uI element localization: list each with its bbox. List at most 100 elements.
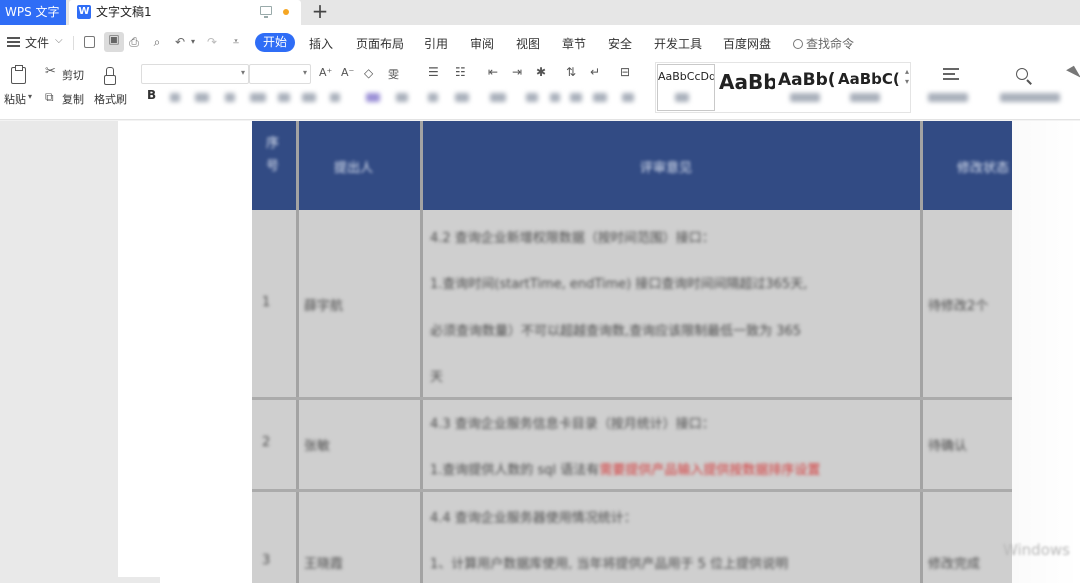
bold-button[interactable]: B (147, 88, 156, 102)
row-comment-line: 天 (430, 370, 444, 385)
style-heading-1[interactable]: AaBb (719, 70, 775, 94)
decrease-indent-icon[interactable]: ⇤ (488, 65, 498, 79)
column-header-comment: 评审意见 (640, 161, 693, 176)
row-comment-line: 4.4 查询企业服务器使用情况统计： (430, 511, 637, 526)
row-number: 3 (262, 553, 271, 568)
app-tab[interactable]: WPS 文字 (0, 0, 66, 25)
tab-developer-tools[interactable]: 开发工具 (654, 35, 702, 52)
copy-button[interactable]: 复制 (62, 91, 84, 107)
tab-baidu-netdisk[interactable]: 百度网盘 (723, 35, 771, 52)
table-divider (252, 489, 1012, 492)
row-number: 1 (262, 295, 271, 310)
chevron-down-icon: ▾ (302, 68, 307, 77)
column-header-no: 序号 (266, 136, 280, 174)
column-header-status: 修改状态 (957, 161, 1010, 176)
redo-icon[interactable]: ↷ (205, 35, 219, 49)
tab-insert[interactable]: 插入 (309, 35, 333, 52)
print-icon[interactable]: ⎙ (127, 35, 141, 49)
row-comment-line: 1.查询提供人数的 sql 语法有需要提供产品输入提供按数据排序设置 (430, 459, 820, 478)
decrease-font-size-icon[interactable]: A⁻ (341, 66, 354, 79)
clear-format-icon[interactable]: ◇ (364, 66, 373, 80)
row-comment-line: 必须查询数量）不可以超越查询数,查询应该限制最低一致为 365 (430, 324, 802, 339)
row-comment-line: 1、计算用户数据库使用, 当年将提供产品用于 5 位上提供说明 (430, 557, 789, 572)
row-status: 修改完成 (928, 557, 981, 572)
tab-view[interactable]: 视图 (516, 35, 540, 52)
style-heading-2[interactable]: AaBb( (778, 70, 835, 90)
pinyin-guide-icon[interactable]: 雯 (388, 66, 399, 82)
find-replace-icon[interactable] (1016, 68, 1028, 80)
increase-indent-icon[interactable]: ⇥ (512, 65, 522, 79)
format-painter-icon[interactable] (104, 67, 116, 85)
row-person: 王晓霞 (304, 557, 344, 572)
tab-page-layout[interactable]: 页面布局 (356, 35, 404, 52)
font-size-select[interactable]: ▾ (249, 64, 311, 84)
paste-icon[interactable] (11, 65, 26, 84)
table-header-row: 序号 提出人 评审意见 修改状态 (252, 121, 1012, 210)
menu-hamburger-icon[interactable] (7, 37, 20, 47)
search-icon (793, 39, 803, 49)
style-heading-3[interactable]: AaBbC( (838, 70, 902, 88)
row-status: 待确认 (928, 439, 968, 454)
increase-font-size-icon[interactable]: A⁺ (319, 66, 332, 79)
chinese-layout-icon[interactable]: ✱ (536, 65, 546, 79)
new-tab-button[interactable]: + (310, 0, 330, 25)
column-header-person: 提出人 (334, 161, 374, 176)
tab-start[interactable]: 开始 (255, 33, 295, 52)
row-person: 薛宇航 (304, 299, 344, 314)
paragraph-tools-row (170, 93, 1080, 103)
row-number: 2 (262, 435, 271, 450)
select-icon[interactable] (1066, 65, 1080, 83)
paste-dropdown-icon[interactable]: ▾ (28, 92, 32, 101)
row-status: 待修改2个 (928, 299, 989, 314)
format-painter-button[interactable]: 格式刷 (94, 91, 127, 107)
os-activation-watermark: Windows (1003, 541, 1070, 559)
menu-bar: 文件 ⌵ ▣ ⎙ ⌕ ↶ ▾ ↷ ⩡ 开始 插入 页面布局 引用 审阅 视图 章… (0, 25, 1080, 60)
divider (73, 36, 74, 50)
unsaved-dot-icon (283, 9, 289, 15)
title-bar: WPS 文字 W 文字文稿1 + (0, 0, 1080, 25)
paste-button[interactable]: 粘贴 (4, 91, 26, 107)
output-pdf-icon[interactable]: ▣ (104, 32, 124, 52)
table-divider (420, 121, 423, 583)
customize-quick-access-icon[interactable]: ⩡ (229, 35, 243, 49)
row-person: 张敏 (304, 439, 331, 454)
numbered-list-icon[interactable]: ☷ (455, 65, 466, 79)
tab-review[interactable]: 审阅 (470, 35, 494, 52)
styles-gallery[interactable]: AaBbCcDd AaBb AaBb( AaBbC( ▴ ▾ (655, 62, 911, 113)
row-comment-line: 4.3 查询企业服务信息卡目录（按月统计）接口： (430, 417, 715, 432)
print-preview-icon[interactable]: ⌕ (150, 35, 164, 49)
cut-button[interactable]: 剪切 (62, 67, 84, 83)
tab-chapter[interactable]: 章节 (562, 35, 586, 52)
row-comment-highlight: 需要提供产品输入提供按数据排序设置 (599, 463, 821, 478)
file-menu[interactable]: 文件 (25, 34, 49, 51)
row-comment-line: 4.2 查询企业新增权限数据（按时间范围）接口： (430, 231, 715, 246)
document-tab-title: 文字文稿1 (96, 5, 152, 19)
show-hide-marks-icon[interactable]: ↵ (590, 65, 600, 79)
row-comment-line: 1.查询时间(startTime, endTime) 接口查询时间间隔超过365… (430, 277, 808, 292)
undo-icon[interactable]: ↶ (173, 35, 187, 49)
row-comment-text: 1.查询提供人数的 sql 语法有 (430, 463, 600, 478)
table-divider (920, 121, 923, 583)
tab-security[interactable]: 安全 (608, 35, 632, 52)
command-search[interactable]: 查找命令 (793, 35, 854, 52)
document-tab[interactable]: W 文字文稿1 (69, 0, 301, 25)
font-name-select[interactable]: ▾ (141, 64, 249, 84)
scissors-icon[interactable]: ✂ (45, 64, 56, 79)
monitor-icon[interactable] (260, 6, 272, 18)
new-style-icon[interactable] (943, 68, 961, 82)
status-strip (0, 577, 160, 583)
copy-icon[interactable]: ⧉ (45, 90, 54, 105)
tab-references[interactable]: 引用 (424, 35, 448, 52)
bullet-list-icon[interactable]: ☰ (428, 65, 439, 79)
wps-doc-icon: W (77, 5, 91, 19)
undo-dropdown-icon[interactable]: ▾ (186, 35, 200, 49)
gallery-scroll-icon[interactable]: ▴ ▾ (905, 67, 909, 87)
page-edge (1012, 121, 1080, 583)
style-normal[interactable]: AaBbCcDd (657, 64, 715, 111)
review-table[interactable]: 序号 提出人 评审意见 修改状态 1 薛宇航 4.2 查询企业新增权限数据（按时… (252, 121, 1012, 583)
chevron-down-icon[interactable]: ⌵ (55, 35, 63, 46)
save-icon[interactable] (84, 36, 95, 48)
chevron-down-icon: ▾ (240, 68, 245, 77)
table-borders-icon[interactable]: ⊟ (620, 65, 630, 79)
sort-icon[interactable]: ⇅ (566, 65, 576, 79)
